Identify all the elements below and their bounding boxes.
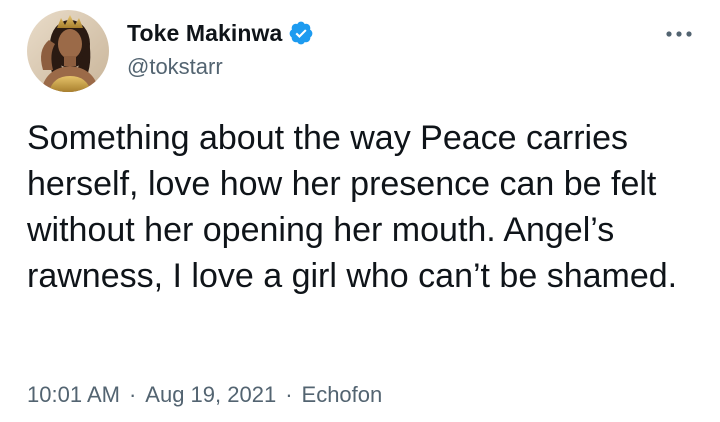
tweet-date[interactable]: Aug 19, 2021 [145,382,276,408]
avatar-image [27,10,109,92]
avatar[interactable] [27,10,109,92]
tweet-meta: 10:01 AM · Aug 19, 2021 · Echofon [27,382,382,408]
tweet-text: Something about the way Peace carries he… [27,119,678,295]
meta-separator: · [285,382,293,407]
tweet-source[interactable]: Echofon [302,382,383,408]
tweet-card: Toke Makinwa @tokstarr Something about t… [0,0,720,422]
more-options-button[interactable] [664,24,694,44]
author-name-row: Toke Makinwa [127,18,314,48]
verified-badge-icon [288,20,314,46]
more-horizontal-icon [666,31,692,37]
tweet-time[interactable]: 10:01 AM [27,382,120,408]
user-handle[interactable]: @tokstarr [127,54,223,80]
display-name[interactable]: Toke Makinwa [127,20,282,47]
meta-separator: · [128,382,137,407]
